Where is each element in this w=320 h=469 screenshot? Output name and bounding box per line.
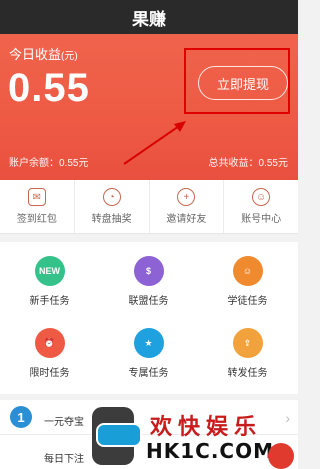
wheel-icon: ◔: [102, 188, 121, 206]
add-friend-icon: +: [177, 188, 196, 206]
user-icon: ☺: [252, 188, 271, 206]
share-icon: ⇪: [232, 328, 263, 358]
task-grid: NEW 新手任务 $ 联盟任务 ☺ 学徒任务 ⏰ 限时任务 ★ 专属任务 ⇪ 转…: [0, 242, 298, 394]
watermark-text: 欢快娱乐: [150, 414, 263, 440]
apprentice-icon: ☺: [232, 256, 263, 286]
task-newbie[interactable]: NEW 新手任务: [0, 256, 99, 307]
title-bar: 果赚: [0, 0, 298, 34]
shortcut-checkin-redpacket[interactable]: ✉ 签到红包: [0, 180, 75, 233]
watermark: 欢快娱乐 HK1C.COM: [92, 405, 298, 469]
star-icon: ★: [133, 328, 164, 358]
task-limited-time[interactable]: ⏰ 限时任务: [0, 328, 99, 379]
shortcut-wheel-lottery[interactable]: ◔ 转盘抽奖: [75, 180, 150, 233]
app-title: 果赚: [132, 9, 166, 29]
highlight-box: [184, 48, 290, 114]
number-badge: 1: [10, 406, 32, 428]
earnings-panel: 今日收益(元) 0.55 立即提现 账户余额：0.55元 总共收益：0.55元: [0, 34, 298, 180]
task-apprentice[interactable]: ☺ 学徒任务: [198, 256, 297, 307]
task-share[interactable]: ⇪ 转发任务: [198, 328, 297, 379]
gift-icon: ✉: [27, 188, 46, 206]
task-alliance[interactable]: $ 联盟任务: [99, 256, 198, 307]
money-bag-icon: $: [133, 256, 164, 286]
watermark-url: HK1C.COM: [146, 439, 275, 463]
shortcut-bar: ✉ 签到红包 ◔ 转盘抽奖 + 邀请好友 ☺ 账号中心: [0, 180, 298, 234]
annotation-arrow: [123, 121, 186, 165]
red-ball-icon: [268, 443, 294, 469]
today-earnings-label: 今日收益(元): [9, 47, 78, 62]
promo-row-one-yuan[interactable]: 一元夺宝: [44, 413, 84, 428]
today-earnings-amount: 0.55: [8, 66, 90, 110]
alarm-icon: ⏰: [34, 328, 65, 358]
promo-row-daily-bet[interactable]: 每日下注: [44, 450, 84, 465]
account-balance: 账户余额：0.55元: [9, 158, 89, 169]
shortcut-invite-friends[interactable]: + 邀请好友: [150, 180, 225, 233]
gamepad-icon: [96, 423, 142, 447]
shortcut-account-center[interactable]: ☺ 账号中心: [224, 180, 298, 233]
new-icon: NEW: [34, 256, 65, 286]
total-earnings: 总共收益：0.55元: [208, 158, 288, 169]
task-exclusive[interactable]: ★ 专属任务: [99, 328, 198, 379]
